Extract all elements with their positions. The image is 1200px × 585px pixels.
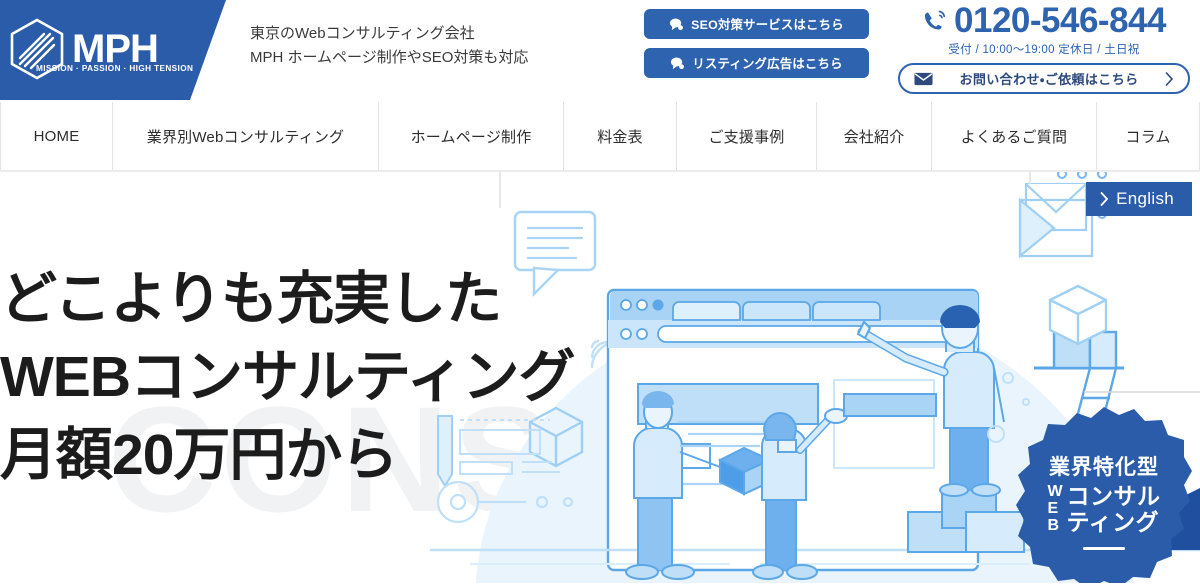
nav-item-case-studies[interactable]: ご支援事例 [677, 102, 817, 170]
telephone-block: 0120-546-844 受付 / 10:00〜19:00 定休日 / 土日祝 … [898, 3, 1190, 94]
badge-web-letter-b: B [1047, 516, 1059, 534]
badge-web-letter-e: E [1047, 500, 1059, 518]
site-header: MPH MISSION · PASSION · HIGH TENSION 東京の… [0, 0, 1200, 100]
nav-item-column[interactable]: コラム [1097, 102, 1200, 170]
logo-text: MPH [72, 27, 159, 71]
badge-web-letter-w: W [1047, 483, 1063, 501]
hero-headline-line3: 月額20万円から [0, 423, 398, 488]
english-language-button-label: English [1116, 189, 1174, 208]
badge-word-line2: ティング [1066, 508, 1160, 535]
main-navigation: HOME 業界別Webコンサルティング ホームページ制作 料金表 ご支援事例 会… [0, 100, 1200, 172]
badge-words: コンサル ティング [1066, 482, 1161, 536]
badge-web-letters: W E B [1047, 484, 1062, 534]
badge-content: 業界特化型 W E B コンサル ティング [1016, 405, 1192, 583]
hero-headline-line2: WEBコンサルティング [0, 345, 576, 410]
badge-top-label: 業界特化型 [1049, 455, 1159, 479]
chat-bubble-icon [671, 57, 685, 69]
badge-main-label: W E B コンサル ティング [1047, 482, 1161, 536]
seo-service-button[interactable]: SEO対策サービスはこちら [644, 9, 869, 39]
hero-headline: どこよりも充実した WEBコンサルティング 月額20万円から [0, 260, 576, 494]
nav-item-home[interactable]: HOME [0, 102, 113, 170]
nav-item-industry-web-consulting[interactable]: 業界別Webコンサルティング [113, 102, 379, 170]
listing-ad-button-label: リスティング広告はこちら [692, 57, 843, 71]
english-language-button[interactable]: English [1086, 182, 1192, 216]
telephone-hours: 受付 / 10:00〜19:00 定休日 / 土日祝 [948, 44, 1140, 56]
badge-word-line1: コンサル [1066, 482, 1161, 509]
mail-envelope-icon [1018, 182, 1094, 259]
telephone-row[interactable]: 0120-546-844 [898, 3, 1190, 38]
phone-ringing-icon [925, 10, 946, 29]
header-cta-buttons: SEO対策サービスはこちら リスティング広告はこちら [644, 9, 869, 87]
mail-envelope-icon [914, 72, 933, 85]
nav-item-company[interactable]: 会社紹介 [817, 102, 932, 170]
hero-headline-line1: どこよりも充実した [0, 267, 502, 331]
chat-bubble-icon [670, 18, 684, 30]
nav-item-faq[interactable]: よくあるご質問 [932, 102, 1097, 170]
logo-wordmark: MPH [72, 27, 159, 71]
header-tagline-line1: 東京のWebコンサルティング会社 [250, 25, 475, 42]
header-tagline-line2: MPH ホームページ制作やSEO対策も対応 [250, 49, 529, 67]
logo-tagline: MISSION · PASSION · HIGH TENSION [36, 64, 194, 73]
listing-ad-button[interactable]: リスティング広告はこちら [644, 48, 869, 78]
nav-item-homepage-production[interactable]: ホームページ制作 [379, 102, 564, 170]
contact-button[interactable]: お問い合わせ・ご依頼はこちら [898, 63, 1190, 94]
nav-item-pricing[interactable]: 料金表 [564, 102, 677, 170]
header-tagline: 東京のWebコンサルティング会社 MPH ホームページ制作やSEO対策も対応 [250, 22, 528, 71]
cube-icon [1048, 284, 1108, 346]
seo-service-button-label: SEO対策サービスはこちら [691, 18, 844, 32]
chevron-right-icon [1165, 71, 1174, 86]
chevron-right-icon [1100, 192, 1109, 206]
specialization-badge: 業界特化型 W E B コンサル ティング [1016, 405, 1192, 583]
contact-button-label: お問い合わせ・ご依頼はこちら [959, 72, 1139, 87]
badge-divider [1083, 547, 1125, 551]
telephone-number: 0120-546-844 [954, 1, 1166, 40]
page-root: MPH MISSION · PASSION · HIGH TENSION 東京の… [0, 0, 1200, 585]
hero-section: CONSU どこよりも充実した WEBコンサルティング 月額20万円から Eng… [0, 172, 1200, 583]
